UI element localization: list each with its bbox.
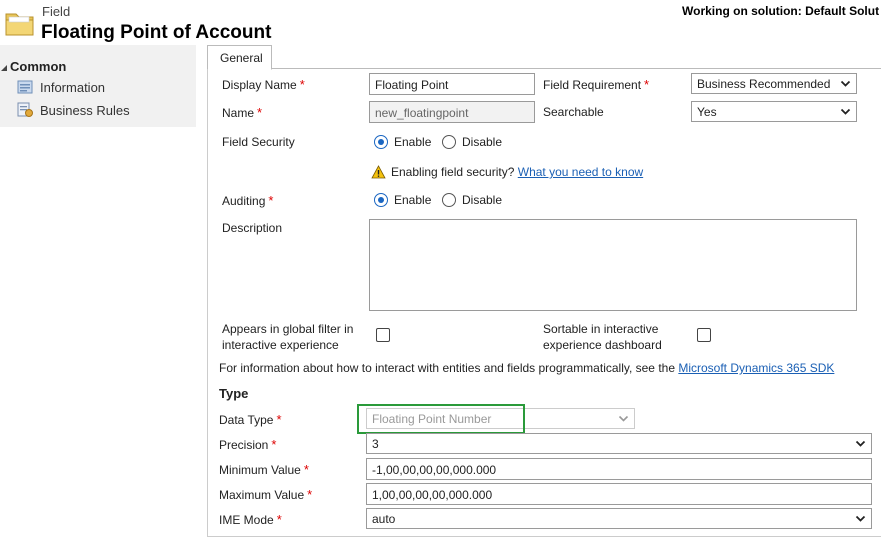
required-asterisk: * [644,77,650,92]
chevron-down-icon [855,440,866,447]
display-name-label: Display Name * [222,77,305,92]
required-asterisk: * [276,512,282,527]
minimum-value-input[interactable]: -1,00,00,00,00,000.000 [366,458,872,480]
display-name-input[interactable]: Floating Point [369,73,535,95]
field-requirement-label: Field Requirement * [543,77,650,92]
required-asterisk: * [299,77,305,92]
collapse-triangle-icon [1,64,7,71]
auditing-label: Auditing * [222,193,274,208]
nav-section-common[interactable]: Common [0,59,66,74]
ime-mode-label: IME Mode * [219,512,282,527]
field-security-enable-radio[interactable]: Enable [374,135,431,149]
tab-bar: General [207,45,881,70]
chevron-down-icon [840,108,851,115]
minimum-value-label: Minimum Value * [219,462,309,477]
global-filter-label: Appears in global filter in interactive … [222,322,354,352]
ime-mode-select[interactable]: auto [366,508,872,529]
entity-type-label: Field [42,4,71,19]
precision-label: Precision * [219,437,277,452]
sidebar-item-business-rules[interactable]: Business Rules [17,102,130,118]
warning-icon [371,165,386,179]
chevron-down-icon [855,515,866,522]
precision-select[interactable]: 3 [366,433,872,454]
name-label: Name * [222,105,263,120]
sortable-label: Sortable in interactive experience dashb… [543,322,662,352]
searchable-label: Searchable [543,105,604,119]
chevron-down-icon [618,415,629,422]
maximum-value-label: Maximum Value * [219,487,313,502]
global-filter-checkbox[interactable] [376,328,390,342]
sdk-info-text: For information about how to interact wi… [219,361,835,375]
form-bottom-border [207,536,881,537]
description-textarea[interactable] [369,219,857,311]
folder-icon [5,13,34,36]
information-page-icon [17,80,33,94]
auditing-disable-radio[interactable]: Disable [442,193,502,207]
business-rules-icon [17,102,33,117]
page-title: Floating Point of Account [41,22,272,43]
type-section-title: Type [219,386,249,401]
data-type-highlight-box [357,404,525,434]
searchable-select[interactable]: Yes [691,101,857,122]
solution-label: Working on solution: Default Solut [682,4,880,18]
required-asterisk: * [276,412,282,427]
field-requirement-select[interactable]: Business Recommended [691,73,857,94]
chevron-down-icon [840,80,851,87]
sidebar-nav: Common Information Business Rules [0,45,196,127]
auditing-enable-radio[interactable]: Enable [374,193,431,207]
maximum-value-input[interactable]: 1,00,00,00,00,000.000 [366,483,872,505]
required-asterisk: * [257,105,263,120]
data-type-label: Data Type * [219,412,282,427]
required-asterisk: * [268,193,274,208]
required-asterisk: * [271,437,277,452]
field-security-label: Field Security [222,135,295,149]
sortable-checkbox[interactable] [697,328,711,342]
field-security-note: Enabling field security? What you need t… [371,165,643,179]
form-left-border [207,69,208,537]
what-you-need-to-know-link[interactable]: What you need to know [518,165,643,179]
required-asterisk: * [303,462,309,477]
required-asterisk: * [307,487,313,502]
tab-general[interactable]: General [207,45,272,70]
name-input[interactable]: new_floatingpoint [369,101,535,123]
dynamics-sdk-link[interactable]: Microsoft Dynamics 365 SDK [678,361,834,375]
sidebar-item-information[interactable]: Information [17,79,105,95]
description-label: Description [222,221,283,235]
field-security-disable-radio[interactable]: Disable [442,135,502,149]
